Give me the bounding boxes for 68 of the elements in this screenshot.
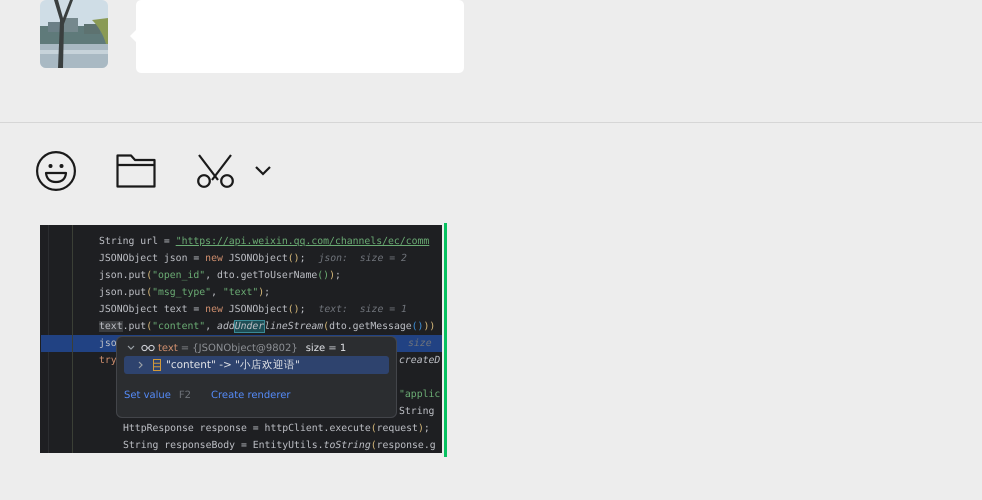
code-token: (: [370, 423, 377, 434]
inline-hint: text: size = 1: [318, 304, 407, 315]
code-token: String url =: [99, 236, 171, 247]
code-token: (): [412, 321, 424, 332]
code-token: try: [99, 355, 117, 366]
code-token: ): [258, 287, 264, 298]
code-token: JSONObject json =: [99, 253, 200, 264]
code-token: jso: [99, 338, 117, 349]
code-token: JSONObject: [228, 304, 288, 315]
code-token: ;: [264, 287, 270, 298]
glasses-icon: [141, 344, 155, 352]
code-token: ;: [334, 270, 341, 281]
code-token: (: [370, 440, 377, 451]
popup-link[interactable]: Set value: [124, 390, 171, 401]
variable-name: text: [158, 342, 178, 354]
code-token: text: [99, 321, 123, 332]
shortcut-label: F2: [178, 390, 192, 401]
code-token: (): [288, 253, 300, 264]
code-token: (: [323, 321, 330, 332]
code-token: JSONObject text =: [99, 304, 200, 315]
code-token: new: [205, 304, 223, 315]
code-token: response.g: [376, 440, 436, 451]
code-token: json.put: [99, 287, 146, 298]
caret-icon[interactable]: [254, 165, 272, 177]
field-icon: [153, 359, 161, 371]
code-token: createD: [399, 354, 440, 368]
code-token: "text": [222, 287, 258, 298]
code-token: ;: [300, 253, 306, 264]
code-token: (: [146, 321, 152, 332]
code-token: (: [146, 287, 152, 298]
code-token: "open_id": [152, 270, 206, 281]
code-token: json.put: [99, 270, 146, 281]
inline-hint: json: size = 2: [318, 253, 407, 264]
code-token: ;: [300, 304, 306, 315]
code-token: add: [216, 321, 235, 332]
code-token: toString: [324, 440, 371, 451]
code-token: Under: [234, 321, 264, 332]
code-token: request: [376, 423, 418, 434]
code-token: , dto.getToUserName: [205, 270, 318, 281]
scissors-icon[interactable]: [196, 154, 236, 188]
variable-size: size = 1: [306, 342, 346, 354]
code-token: ,: [211, 287, 218, 298]
code-token: .put: [122, 321, 146, 332]
code-token: HttpResponse response = httpClient.execute: [123, 423, 371, 434]
folder-icon[interactable]: [116, 154, 156, 188]
code-token: ,: [205, 321, 212, 332]
code-token: new: [205, 253, 223, 264]
code-token: JSONObject: [228, 253, 288, 264]
tree-item[interactable]: "content" -> "小店欢迎语": [124, 356, 389, 374]
code-token: String: [399, 405, 434, 419]
code-token: (): [288, 304, 300, 315]
code-token: ): [418, 423, 424, 434]
code-token: "https://api.weixin.qq.com/channels/ec/comm: [176, 236, 430, 247]
variable-value: = {JSONObject@9802}: [180, 342, 298, 354]
code-token: lineStream: [264, 321, 324, 332]
code-token: "applic: [399, 388, 440, 402]
code-token: dto.getMessage: [329, 321, 412, 332]
inline-hint: size: [408, 337, 432, 351]
code-token: ): [329, 270, 335, 281]
code-token: )): [423, 321, 436, 332]
code-token: (): [317, 270, 330, 281]
code-token: "msg_type": [152, 287, 212, 298]
code-token: "content": [152, 321, 206, 332]
emoji-icon[interactable]: [36, 151, 76, 191]
code-token: String responseBody = EntityUtils.: [123, 440, 324, 451]
popup-link[interactable]: Create renderer: [211, 390, 290, 401]
code-token: (: [146, 270, 152, 281]
code-token: ;: [424, 423, 430, 434]
